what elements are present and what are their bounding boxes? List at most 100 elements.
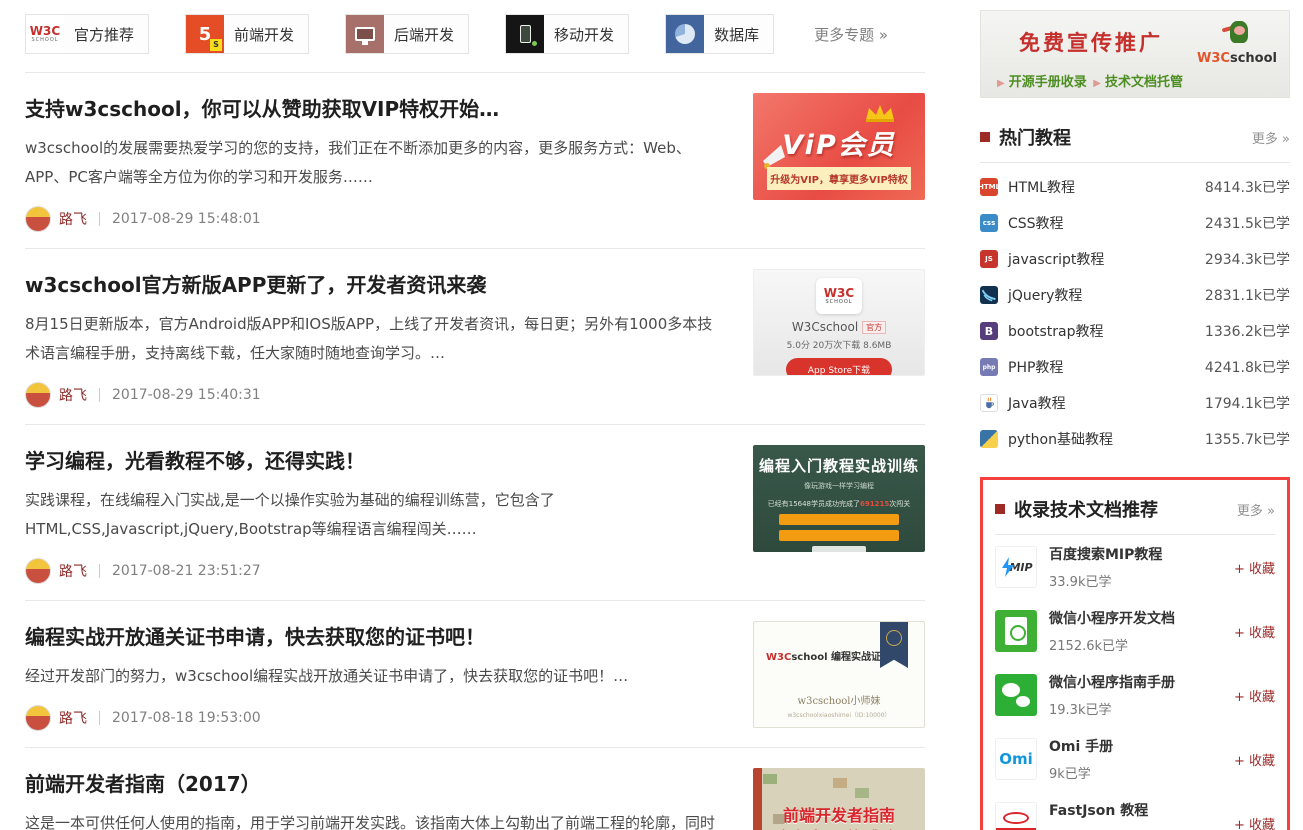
avatar[interactable]: [25, 206, 51, 232]
promo-logo: W3Cschool: [1197, 19, 1277, 66]
learn-count: 1336.2k已学: [1205, 321, 1290, 341]
login-register-button[interactable]: [812, 546, 866, 552]
article-title[interactable]: 学习编程，光看教程不够，还得实践！: [25, 445, 723, 474]
tab-label: 数据库: [704, 24, 773, 45]
article-thumbnail-certificate[interactable]: W3Cschool 编程实战证书 w3cschool小师妹 w3cschoolx…: [753, 621, 925, 728]
separator: [99, 711, 100, 725]
avatar[interactable]: [25, 705, 51, 731]
html5-icon: 5 S: [186, 15, 224, 53]
favorite-button[interactable]: + 收藏: [1234, 686, 1275, 705]
article-item: w3cschool官方新版APP更新了，开发者资讯来袭 8月15日更新版本，官方…: [25, 249, 925, 425]
doc-item-wechat-guide[interactable]: 微信小程序指南手册 19.3k已学 + 收藏: [995, 663, 1275, 727]
article-meta: 路飞 2017-08-21 23:51:27: [25, 550, 723, 600]
doc-item-mip[interactable]: MIP 百度搜索MIP教程 33.9k已学 + 收藏: [995, 535, 1275, 599]
docs-more-link[interactable]: 更多 »: [1237, 500, 1275, 519]
learn-count: 9k已学: [1049, 763, 1234, 782]
training-button[interactable]: [779, 530, 899, 541]
tab-database[interactable]: 数据库: [665, 14, 774, 54]
tutorial-item-java[interactable]: Java教程 1794.1k已学: [980, 385, 1290, 421]
hot-more-link[interactable]: 更多 »: [1252, 128, 1290, 147]
bootstrap-icon: B: [980, 322, 998, 340]
tab-official[interactable]: W3C SCHOOL 官方推荐: [25, 14, 149, 54]
tutorial-item-css[interactable]: css CSS教程 2431.5k已学: [980, 205, 1290, 241]
avatar[interactable]: [25, 382, 51, 408]
tab-label: 移动开发: [544, 24, 628, 45]
tutorial-item-bootstrap[interactable]: B bootstrap教程 1336.2k已学: [980, 313, 1290, 349]
wechat-doc-icon: [995, 610, 1037, 652]
article-meta: 路飞 2017-08-29 15:48:01: [25, 198, 723, 248]
article-item: 编程实战开放通关证书申请，快去获取您的证书吧！ 经过开发部门的努力，w3csch…: [25, 601, 925, 748]
article-title[interactable]: 编程实战开放通关证书申请，快去获取您的证书吧！: [25, 621, 723, 650]
promo-banner[interactable]: 免费宣传推广 ▶开源手册收录 ▶技术文档托管 W3Cschool: [980, 10, 1290, 98]
doc-item-omi[interactable]: Omi Omi 手册 9k已学 + 收藏: [995, 727, 1275, 791]
learn-count: 4241.8k已学: [1205, 357, 1290, 377]
section-title: 热门教程: [999, 124, 1252, 150]
promo-link-hosting[interactable]: 技术文档托管: [1105, 75, 1183, 90]
article-thumbnail-app[interactable]: W3C SCHOOL W3Cschool官方 5.0分 20万次下载 8.6MB…: [753, 269, 925, 376]
monitor-icon: [346, 15, 384, 53]
favorite-button[interactable]: + 收藏: [1234, 814, 1275, 830]
article-item: 学习编程，光看教程不够，还得实践！ 实践课程，在线编程入门实战,是一个以操作实验…: [25, 425, 925, 601]
author-link[interactable]: 路飞: [59, 708, 87, 728]
python-icon: [980, 430, 998, 448]
learn-count: 2831.1k已学: [1205, 285, 1290, 305]
training-title: 编程入门教程实战训练: [753, 455, 925, 476]
tutorial-item-html[interactable]: HTML HTML教程 8414.3k已学: [980, 169, 1290, 205]
tab-frontend[interactable]: 5 S 前端开发: [185, 14, 309, 54]
square-bullet-icon: [980, 132, 990, 142]
article-excerpt: 8月15日更新版本，官方Android版APP和IOS版APP，上线了开发者资讯…: [25, 310, 723, 368]
tab-label: 后端开发: [384, 24, 468, 45]
article-title[interactable]: 前端开发者指南（2017）: [25, 768, 723, 797]
article-date: 2017-08-29 15:48:01: [112, 211, 261, 227]
author-link[interactable]: 路飞: [59, 385, 87, 405]
tab-backend[interactable]: 后端开发: [345, 14, 469, 54]
article-thumbnail-vip[interactable]: ViP会员 升级为VIP，尊享更多VIP特权: [753, 93, 925, 200]
tab-label: 官方推荐: [64, 24, 148, 45]
training-button[interactable]: [779, 514, 899, 525]
separator: [99, 212, 100, 226]
app-store-button[interactable]: App Store下载: [786, 358, 892, 376]
more-topics-link[interactable]: 更多专题 »: [814, 24, 888, 45]
tutorial-item-python[interactable]: python基础教程 1355.7k已学: [980, 421, 1290, 457]
learn-count: 33.9k已学: [1049, 571, 1234, 590]
tutorial-item-php[interactable]: php PHP教程 4241.8k已学: [980, 349, 1290, 385]
article-title[interactable]: 支持w3cschool，你可以从赞助获取VIP特权开始…: [25, 93, 723, 122]
crown-icon: [863, 103, 897, 123]
learn-count: 19.3k已学: [1049, 699, 1234, 718]
article-thumbnail-training[interactable]: 编程入门教程实战训练 像玩游戏一样学习编程 已经有15648学员成功完成了691…: [753, 445, 925, 552]
tutorial-item-javascript[interactable]: JS javascript教程 2934.3k已学: [980, 241, 1290, 277]
author-link[interactable]: 路飞: [59, 561, 87, 581]
learn-count: 2152.6k已学: [1049, 635, 1234, 654]
article-date: 2017-08-29 15:40:31: [112, 387, 261, 403]
article-excerpt: 经过开发部门的努力，w3cschool编程实战开放通关证书申请了，快去获取您的证…: [25, 662, 723, 691]
article-excerpt: 实践课程，在线编程入门实战,是一个以操作实验为基础的编程训练营，它包含了HTML…: [25, 486, 723, 544]
certificate-title: W3Cschool 编程实战证书: [766, 648, 891, 663]
learn-count: 1794.1k已学: [1205, 393, 1290, 413]
javascript-icon: JS: [980, 250, 998, 268]
promo-link-handbook[interactable]: 开源手册收录: [1009, 75, 1087, 90]
app-stats: 5.0分 20万次下载 8.6MB: [754, 338, 924, 351]
avatar[interactable]: [25, 558, 51, 584]
handbook-title: 前端开发者指南: [753, 802, 925, 826]
tab-mobile[interactable]: 移动开发: [505, 14, 629, 54]
training-subtitle: 像玩游戏一样学习编程: [753, 481, 925, 491]
article-meta: 路飞 2017-08-29 15:40:31: [25, 374, 723, 424]
doc-item-fastjson[interactable]: FastJson FastJson 教程 42.8k已学 + 收藏: [995, 791, 1275, 830]
certificate-holder: w3cschool小师妹: [754, 692, 924, 707]
ribbon-badge-icon: [880, 622, 908, 668]
article-title[interactable]: w3cschool官方新版APP更新了，开发者资讯来袭: [25, 269, 723, 298]
html-icon: HTML: [980, 178, 998, 196]
tutorial-item-jquery[interactable]: jQuery教程 2831.1k已学: [980, 277, 1290, 313]
sidebar: 免费宣传推广 ▶开源手册收录 ▶技术文档托管 W3Cschool 热门教程 更多…: [980, 0, 1290, 830]
learn-count: 2934.3k已学: [1205, 249, 1290, 269]
favorite-button[interactable]: + 收藏: [1234, 750, 1275, 769]
w3c-logo-icon: W3C SCHOOL: [26, 15, 64, 53]
favorite-button[interactable]: + 收藏: [1234, 558, 1275, 577]
mip-icon: MIP: [995, 546, 1037, 588]
article-excerpt: 这是一本可供任何人使用的指南，用于学习前端开发实践。该指南大体上勾勒出了前端工程…: [25, 809, 723, 830]
doc-item-wechat-dev[interactable]: 微信小程序开发文档 2152.6k已学 + 收藏: [995, 599, 1275, 663]
article-thumbnail-handbook[interactable]: 前端开发者指南 w3cschool.cn/front_end_handbook_…: [753, 768, 925, 830]
favorite-button[interactable]: + 收藏: [1234, 622, 1275, 641]
author-link[interactable]: 路飞: [59, 209, 87, 229]
city-illustration: [763, 774, 777, 784]
